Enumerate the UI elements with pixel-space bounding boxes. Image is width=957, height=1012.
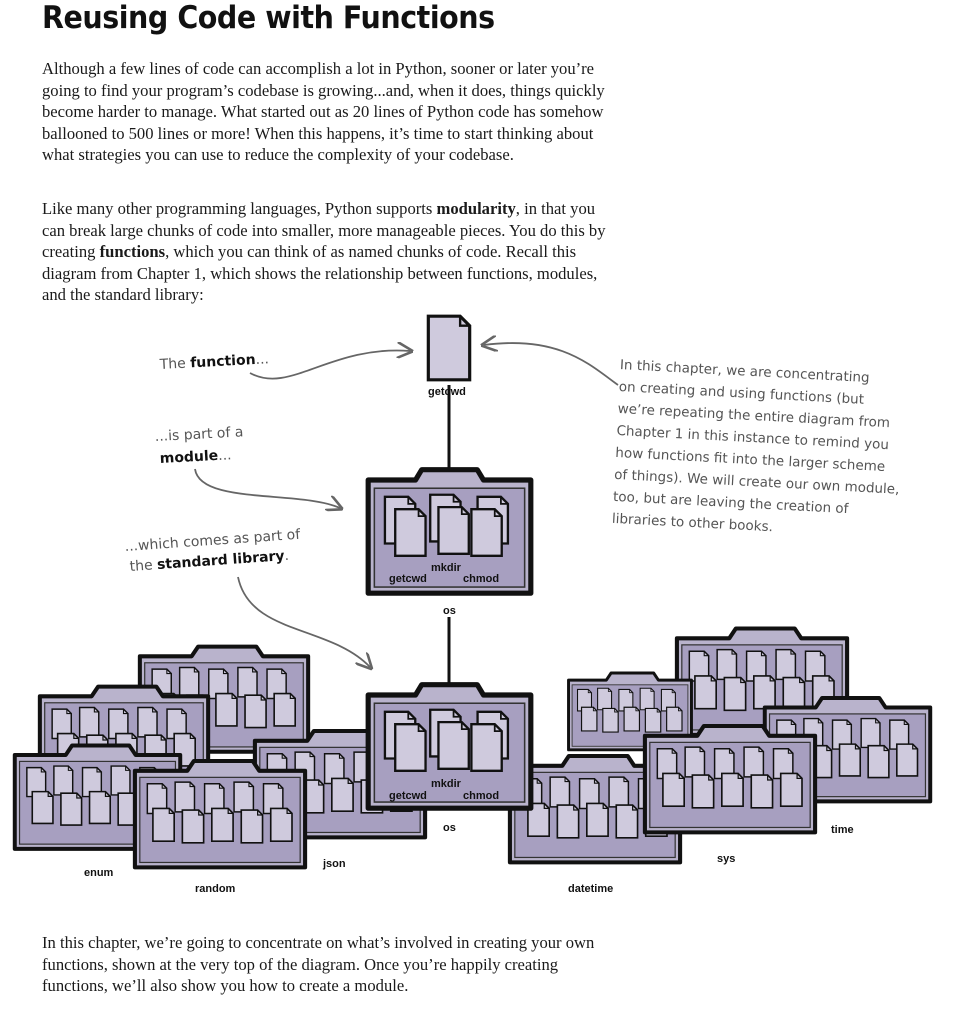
lib-os-label: os (443, 822, 456, 834)
module-arrow (194, 468, 340, 508)
chapter-note-arrow (484, 343, 619, 386)
library-annotation-pre: the (129, 557, 157, 575)
sys-label: sys (717, 853, 735, 865)
module-annotation-line2: module... (159, 447, 232, 467)
time-label: time (831, 824, 854, 836)
function-getcwd-label: getcwd (428, 386, 466, 398)
p2-text-a: Like many other programming languages, P… (42, 199, 437, 218)
module-os-label: os (443, 605, 456, 617)
function-annotation: The function... (158, 351, 269, 373)
modularity-term: modularity (436, 199, 516, 218)
intro-paragraph: Although a few lines of code can accompl… (42, 59, 605, 164)
function-file-icon (426, 314, 472, 382)
chapter-note: In this chapter, we are concentrating on… (612, 357, 900, 535)
lib-os-getcwd-label: getcwd (389, 790, 427, 802)
lib-os-chmod-label: chmod (463, 790, 499, 802)
module-mkdir-label: mkdir (431, 562, 462, 574)
page-heading: Reusing Code with Functions (42, 0, 495, 36)
module-annotation-word: module (159, 448, 218, 467)
module-annotation-post: ... (218, 447, 232, 464)
datetime-label: datetime (568, 883, 613, 895)
function-annotation-pre: The (158, 355, 190, 373)
library-annotation-word: standard library (157, 548, 286, 573)
json-label: json (322, 858, 346, 870)
book-page: Reusing Code with Functions Although a f… (0, 0, 957, 1012)
function-annotation-word: function (190, 352, 256, 371)
functions-term: functions (99, 242, 166, 261)
chapter-note-line: libraries to other books. (612, 511, 774, 535)
enum-label: enum (84, 867, 114, 879)
modularity-paragraph: Like many other programming languages, P… (42, 198, 614, 306)
library-folder-icon (645, 726, 815, 832)
lib-os-mkdir-label: mkdir (431, 778, 462, 790)
function-arrow (249, 350, 410, 380)
module-getcwd-label: getcwd (389, 573, 427, 585)
random-label: random (195, 883, 236, 895)
closing-paragraph: In this chapter, we’re going to concentr… (42, 933, 595, 995)
function-module-library-diagram: getcwd mkdir chmod enum random json os d… (0, 314, 957, 895)
library-annotation-post: . (284, 548, 290, 564)
module-chmod-label: chmod (463, 573, 499, 585)
module-annotation-line1: ...is part of a (154, 424, 243, 445)
function-annotation-post: ... (255, 351, 269, 368)
library-folder-icon (135, 761, 305, 867)
